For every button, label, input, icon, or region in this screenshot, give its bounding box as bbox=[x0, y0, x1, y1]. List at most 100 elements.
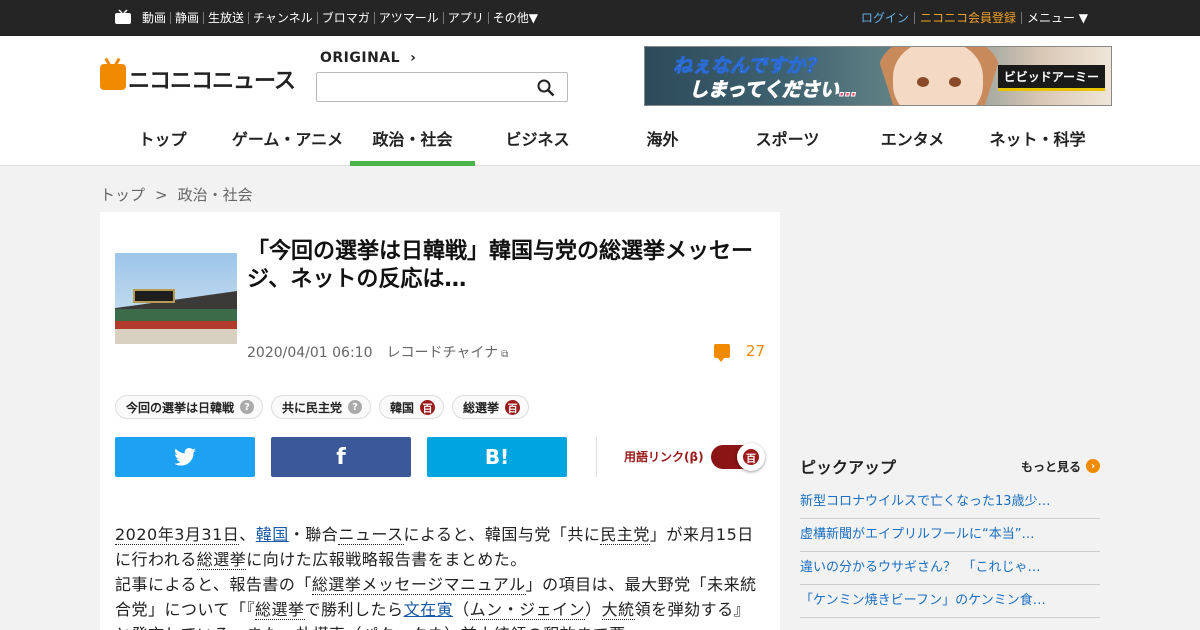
body-text: ・聯合 bbox=[288, 525, 339, 544]
category-tabs: トップ ゲーム・アニメ 政治・社会 ビジネス 海外 スポーツ エンタメ ネット・… bbox=[100, 122, 1100, 166]
service-link-app[interactable]: アプリ bbox=[444, 12, 489, 24]
tag-item[interactable]: 韓国百 bbox=[379, 395, 445, 419]
niconico-news-logo[interactable]: ニコニコニュース bbox=[100, 64, 306, 94]
global-top-bar: 動画 静画 生放送 チャンネル ブロマガ アツマール アプリ その他▼ ログイン… bbox=[0, 0, 1200, 36]
comment-bubble-icon bbox=[713, 344, 730, 362]
pickup-item[interactable]: 虚構新聞がエイプリルフールに“本当”… bbox=[800, 519, 1100, 552]
chevron-right-icon: › bbox=[1086, 459, 1100, 473]
question-icon: ? bbox=[348, 400, 363, 414]
article-card: 「今回の選挙は日韓戦」韓国与党の総選挙メッセージ、ネットの反応は… 2020/0… bbox=[100, 212, 780, 630]
tab-entertainment[interactable]: エンタメ bbox=[850, 122, 975, 166]
tag-label: 総選挙 bbox=[463, 400, 500, 415]
twitter-share-button[interactable] bbox=[115, 437, 255, 477]
service-link-live[interactable]: 生放送 bbox=[204, 12, 250, 24]
comment-count: 27 bbox=[745, 342, 765, 360]
tag-list: 今回の選挙は日韓戦? 共に民主党? 韓国百 総選挙百 bbox=[115, 395, 537, 419]
dictionary-icon: 百 bbox=[743, 449, 759, 465]
tab-business[interactable]: ビジネス bbox=[475, 122, 600, 166]
term-link[interactable]: 総選挙メッセージマニュアル bbox=[311, 575, 526, 595]
banner-eye-left bbox=[917, 77, 929, 87]
banner-text-line1: ねぇなんですか？ bbox=[672, 55, 825, 78]
service-link-blomaga[interactable]: ブロマガ bbox=[318, 12, 375, 24]
original-link[interactable]: ORIGINAL › bbox=[320, 50, 416, 66]
facebook-share-button[interactable]: f bbox=[271, 437, 411, 477]
banner-illustration-face bbox=[893, 47, 983, 105]
more-link[interactable]: もっと見る › bbox=[1021, 458, 1100, 475]
article-source-link[interactable]: レコードチャイナ ⧉ bbox=[387, 345, 509, 361]
tag-item[interactable]: 今回の選挙は日韓戦? bbox=[115, 395, 264, 419]
term-link[interactable]: 韓国 bbox=[256, 525, 289, 544]
divider bbox=[596, 437, 597, 477]
account-nav: ログイン ニコニコ会員登録 メニュー ▼ bbox=[856, 0, 1088, 36]
original-label: ORIGINAL bbox=[320, 50, 401, 66]
tag-label: 今回の選挙は日韓戦 bbox=[126, 400, 235, 415]
banner-brand-logo: ビビッドアーミー bbox=[997, 65, 1105, 91]
question-icon: ? bbox=[240, 400, 255, 414]
comment-count-link[interactable]: 27 bbox=[713, 342, 765, 362]
login-link[interactable]: ログイン bbox=[856, 12, 915, 24]
term-link[interactable]: 総選挙 bbox=[196, 550, 247, 570]
pickup-title: ピックアップ bbox=[800, 458, 897, 477]
thumb-signboard bbox=[133, 289, 175, 303]
dictionary-icon: 百 bbox=[420, 399, 436, 415]
tab-net-science[interactable]: ネット・科学 bbox=[975, 122, 1100, 166]
tab-overseas[interactable]: 海外 bbox=[600, 122, 725, 166]
tag-item[interactable]: 総選挙百 bbox=[452, 395, 530, 419]
hatena-b-icon: B! bbox=[484, 445, 510, 469]
search-box[interactable] bbox=[316, 72, 568, 102]
term-link[interactable]: ムン・ジェイン bbox=[469, 600, 586, 620]
thumb-base bbox=[115, 329, 237, 344]
chevron-right-icon: › bbox=[410, 50, 417, 66]
logo-tv-icon bbox=[100, 64, 126, 90]
pickup-item[interactable]: 新型コロナウイルスで亡くなった13歳少… bbox=[800, 486, 1100, 519]
breadcrumb-current[interactable]: 政治・社会 bbox=[178, 186, 253, 204]
article-source: レコードチャイナ bbox=[386, 345, 499, 361]
hatena-bookmark-button[interactable]: B! bbox=[427, 437, 567, 477]
service-link-channel[interactable]: チャンネル bbox=[249, 12, 318, 24]
term-link[interactable]: 文在寅 bbox=[404, 600, 454, 619]
banner-eye-right bbox=[949, 77, 961, 87]
body-text: に向けた広報戦略報告書をまとめた。 bbox=[246, 550, 527, 569]
pickup-item[interactable]: 違いの分かるウサギさん？ 「これじゃ… bbox=[800, 552, 1100, 585]
ad-banner[interactable]: ねぇなんですか？ しまってください… ビビッドアーミー bbox=[644, 46, 1112, 106]
term-link-label: 用語リンク(β) bbox=[624, 450, 704, 464]
thumb-pillars bbox=[115, 321, 237, 329]
breadcrumb-home[interactable]: トップ bbox=[100, 186, 145, 204]
article-title: 「今回の選挙は日韓戦」韓国与党の総選挙メッセージ、ネットの反応は… bbox=[247, 239, 754, 292]
pickup-section: ピックアップ もっと見る › 新型コロナウイルスで亡くなった13歳少… 虚構新聞が… bbox=[800, 456, 1100, 618]
body-text: ） bbox=[585, 600, 602, 619]
body-text: によると、韓国与党「共に bbox=[403, 525, 601, 544]
register-link[interactable]: ニコニコ会員登録 bbox=[915, 12, 1022, 24]
service-link-douga[interactable]: 動画 bbox=[138, 12, 172, 24]
service-link-other[interactable]: その他▼ bbox=[489, 12, 542, 24]
site-header: ニコニコニュース ORIGINAL › ねぇなんですか？ しまってください… ビビ… bbox=[0, 36, 1200, 166]
menu-dropdown[interactable]: メニュー ▼ bbox=[1022, 12, 1088, 24]
term-link[interactable]: 大統 bbox=[601, 600, 635, 620]
search-icon[interactable] bbox=[537, 79, 555, 97]
service-link-seiga[interactable]: 静画 bbox=[171, 12, 205, 24]
more-label: もっと見る bbox=[1020, 459, 1081, 474]
pickup-header: ピックアップ もっと見る › bbox=[800, 456, 1100, 477]
pickup-list: 新型コロナウイルスで亡くなった13歳少… 虚構新聞がエイプリルフールに“本当”…… bbox=[800, 486, 1100, 618]
tab-sports[interactable]: スポーツ bbox=[725, 122, 850, 166]
tab-game-anime[interactable]: ゲーム・アニメ bbox=[225, 122, 350, 166]
niconico-tv-icon[interactable] bbox=[114, 9, 132, 25]
tab-top[interactable]: トップ bbox=[100, 122, 225, 166]
body-text: で勝利したら bbox=[304, 600, 404, 619]
body-text: （ bbox=[453, 600, 470, 619]
tab-politics-society[interactable]: 政治・社会 bbox=[350, 122, 475, 166]
pickup-item[interactable]: 「ケンミン焼きビーフン」のケンミン食… bbox=[800, 585, 1100, 618]
term-link[interactable]: 民主党 bbox=[600, 525, 650, 545]
term-link[interactable]: 2020年3月31日 bbox=[115, 525, 240, 545]
term-link[interactable]: ニュース bbox=[338, 525, 404, 545]
service-link-atsumaru[interactable]: アツマール bbox=[375, 12, 444, 24]
body-text: 記事によると、報告書の「 bbox=[115, 575, 312, 594]
term-link-toggle[interactable]: 百 bbox=[711, 443, 765, 471]
tag-label: 共に民主党 bbox=[282, 400, 343, 415]
tag-item[interactable]: 共に民主党? bbox=[271, 395, 372, 419]
article-thumbnail[interactable] bbox=[115, 253, 237, 344]
toggle-knob: 百 bbox=[737, 443, 765, 471]
article-body: 2020年3月31日、韓国・聯合ニュースによると、韓国与党「共に民主党」が来月1… bbox=[115, 522, 765, 630]
term-link[interactable]: 総選挙 bbox=[255, 600, 305, 620]
dictionary-icon: 百 bbox=[505, 399, 521, 415]
